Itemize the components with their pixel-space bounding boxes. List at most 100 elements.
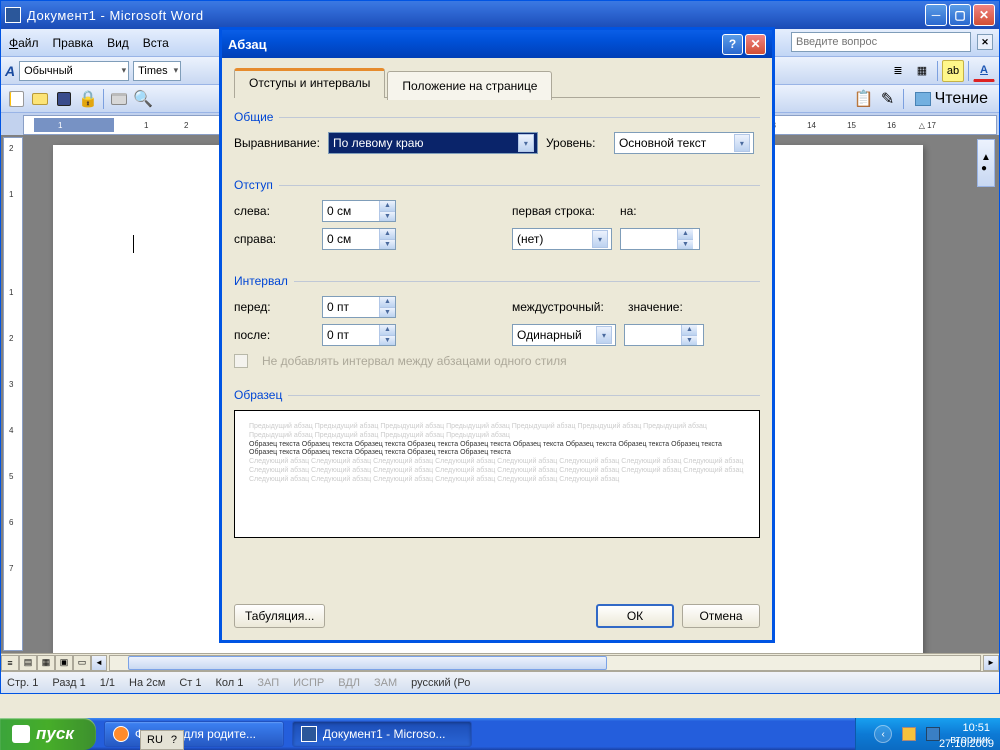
linespacing-label: междустрочный:	[512, 300, 620, 314]
book-icon	[915, 92, 931, 106]
tray-expand-button[interactable]: ‹	[874, 725, 892, 743]
chevron-down-icon: ▾	[734, 134, 750, 152]
group-spacing: Интервал	[234, 274, 760, 288]
statusbar: Стр. 1 Разд 1 1/1 На 2см Ст 1 Кол 1 ЗАП …	[1, 671, 999, 693]
font-combo[interactable]: Times	[133, 61, 181, 81]
menu-view[interactable]: Вид	[107, 36, 129, 50]
tab-indents[interactable]: Отступы и интервалы	[234, 68, 385, 98]
menu-edit[interactable]: Правка	[53, 36, 94, 50]
doc-close-button[interactable]: ✕	[977, 34, 993, 50]
tabs-button[interactable]: Табуляция...	[234, 604, 325, 628]
reading-view-button[interactable]: ▭	[73, 655, 91, 671]
border-button[interactable]: ▦	[911, 60, 933, 82]
alignment-dropdown[interactable]: По левому краю ▾	[328, 132, 538, 154]
outline-view-button[interactable]: ▣	[55, 655, 73, 671]
no-space-checkbox	[234, 354, 248, 368]
status-page: Стр. 1	[7, 677, 38, 689]
status-lang: русский (Ро	[411, 677, 470, 689]
start-button[interactable]: пуск	[0, 718, 96, 750]
status-pages: 1/1	[100, 677, 115, 689]
language-indicator[interactable]: RU	[147, 734, 163, 746]
maximize-button[interactable]: ▢	[949, 4, 971, 26]
level-dropdown[interactable]: Основной текст ▾	[614, 132, 754, 154]
no-space-label: Не добавлять интервал между абзацами одн…	[262, 354, 567, 368]
menu-file[interactable]: Файл	[9, 36, 39, 50]
dialog-close-button[interactable]: ✕	[745, 34, 766, 55]
status-section: Разд 1	[52, 677, 85, 689]
dialog-title: Абзац	[228, 37, 722, 52]
language-bar[interactable]: RU ?	[140, 730, 184, 750]
tab-position[interactable]: Положение на странице	[387, 71, 552, 100]
group-preview: Образец	[234, 388, 760, 402]
print-view-button[interactable]: ▦	[37, 655, 55, 671]
paragraph-dialog: Абзац ? ✕ Отступы и интервалы Положение …	[219, 27, 775, 643]
indent-right-label: справа:	[234, 232, 314, 246]
indent-by-input[interactable]: ▲▼	[620, 228, 700, 250]
status-line: Ст 1	[179, 677, 201, 689]
dialog-titlebar[interactable]: Абзац ? ✕	[222, 30, 772, 58]
group-indent: Отступ	[234, 178, 760, 192]
tray-icon[interactable]	[902, 727, 916, 741]
new-doc-button[interactable]	[5, 88, 27, 110]
space-before-label: перед:	[234, 300, 314, 314]
horizontal-scrollbar[interactable]	[109, 655, 981, 671]
indent-left-label: слева:	[234, 204, 314, 218]
status-col: Кол 1	[215, 677, 243, 689]
alignment-label: Выравнивание:	[234, 136, 320, 150]
hscroll-right[interactable]: ►	[983, 655, 999, 671]
group-general: Общие	[234, 110, 760, 124]
indent-left-input[interactable]: ▲▼	[322, 200, 396, 222]
taskbar-item-word[interactable]: Документ1 - Microso...	[292, 721, 472, 747]
word-app-icon	[5, 7, 21, 23]
hscroll-left[interactable]: ◄	[91, 655, 107, 671]
preview-box: Предыдущий абзац Предыдущий абзац Предыд…	[234, 410, 760, 538]
tray-date: 27.10.2009	[939, 738, 994, 750]
firstline-dropdown[interactable]: (нет)▾	[512, 228, 612, 250]
space-after-label: после:	[234, 328, 314, 342]
minimize-button[interactable]: ─	[925, 4, 947, 26]
vertical-scrollbar-top[interactable]: ▲●	[977, 139, 995, 187]
normal-view-button[interactable]: ≡	[1, 655, 19, 671]
space-after-input[interactable]: ▲▼	[322, 324, 396, 346]
save-button[interactable]	[53, 88, 75, 110]
reading-layout-button[interactable]: Чтение	[908, 88, 995, 110]
close-button[interactable]: ✕	[973, 4, 995, 26]
paste-button[interactable]: 📋	[853, 88, 875, 110]
web-view-button[interactable]: ▤	[19, 655, 37, 671]
space-before-input[interactable]: ▲▼	[322, 296, 396, 318]
dialog-tabs: Отступы и интервалы Положение на страниц…	[234, 68, 760, 98]
menu-insert[interactable]: Вста	[143, 36, 169, 50]
ok-button[interactable]: ОК	[596, 604, 674, 628]
open-button[interactable]	[29, 88, 51, 110]
text-cursor	[133, 235, 134, 253]
firefox-icon	[113, 726, 129, 742]
status-at: На 2см	[129, 677, 165, 689]
linespacing-dropdown[interactable]: Одинарный▾	[512, 324, 616, 346]
cancel-button[interactable]: Отмена	[682, 604, 760, 628]
langbar-help-icon[interactable]: ?	[171, 734, 177, 746]
status-rec: ЗАП	[257, 677, 279, 689]
style-combo[interactable]: Обычный	[19, 61, 129, 81]
help-search-input[interactable]	[791, 32, 971, 52]
linespacing-at-input[interactable]: ▲▼	[624, 324, 704, 346]
permissions-button[interactable]: 🔒	[77, 88, 99, 110]
highlight-button[interactable]: ab	[942, 60, 964, 82]
status-ovr: ЗАМ	[374, 677, 397, 689]
print-button[interactable]	[108, 88, 130, 110]
level-label: Уровень:	[546, 136, 606, 150]
dialog-help-button[interactable]: ?	[722, 34, 743, 55]
taskbar-item-browser[interactable]: Форумы для родите...	[104, 721, 284, 747]
font-color-button[interactable]: A	[973, 60, 995, 82]
vertical-ruler[interactable]: 2 1 1 2 3 4 5 6 7	[3, 137, 23, 651]
indent-right-input[interactable]: ▲▼	[322, 228, 396, 250]
drawing-button[interactable]: ✎	[877, 88, 899, 110]
firstline-label: первая строка:	[512, 204, 612, 218]
window-title: Документ1 - Microsoft Word	[27, 8, 925, 23]
titlebar: Документ1 - Microsoft Word ─ ▢ ✕	[1, 1, 999, 29]
print-preview-button[interactable]: 🔍	[132, 88, 154, 110]
word-icon	[301, 726, 317, 742]
bullets-button[interactable]: ≣	[887, 60, 909, 82]
linespacing-at-label: значение:	[628, 300, 708, 314]
status-trk: ИСПР	[293, 677, 324, 689]
status-ext: ВДЛ	[338, 677, 360, 689]
